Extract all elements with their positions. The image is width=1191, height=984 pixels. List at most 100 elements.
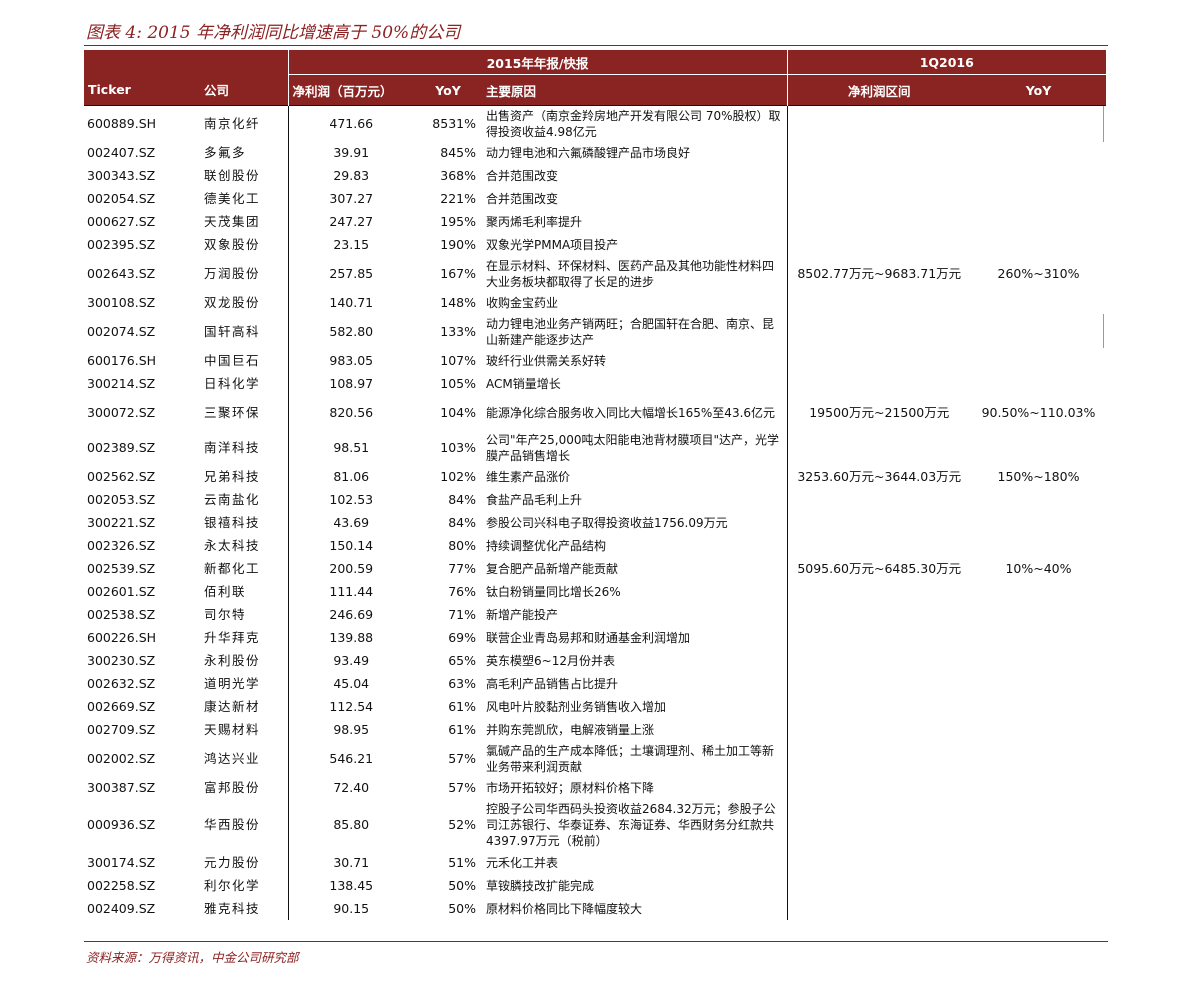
- yoy-cell: 57%: [448, 750, 476, 766]
- company-cell: 双龙股份: [204, 294, 261, 310]
- q1-yoy-cell: [971, 776, 1106, 799]
- ticker-cell: 300108.SZ: [87, 294, 156, 310]
- profit-range-cell: 19500万元~21500万元: [786, 395, 971, 430]
- yoy-cell: 102%: [440, 468, 476, 484]
- yoy-cell: 84%: [448, 491, 476, 507]
- company-cell: 永太科技: [204, 537, 261, 553]
- ticker-cell: 002562.SZ: [87, 468, 156, 484]
- yoy-cell: 368%: [440, 167, 476, 183]
- q1-yoy-cell: [971, 511, 1106, 534]
- q1-yoy-cell: 260%~310%: [997, 265, 1080, 281]
- company-cell: 富邦股份: [204, 779, 261, 795]
- company-cell: 兄弟科技: [204, 468, 261, 484]
- profit-range-cell: [786, 164, 971, 187]
- yoy-cell: 76%: [448, 583, 476, 599]
- reason-cell: 维生素产品涨价: [486, 469, 571, 484]
- yoy-cell: 57%: [448, 779, 476, 795]
- profit-growth-table: 2015年年报/快报 1Q2016 Ticker 公司 净利润（百万元） YoY…: [84, 50, 1106, 920]
- profit-range-cell: [786, 851, 971, 874]
- net-profit-cell: 138.45: [287, 874, 414, 897]
- reason-cell: 钛白粉销量同比增长26%: [486, 584, 621, 599]
- profit-range-cell: [786, 372, 971, 395]
- profit-range-cell: [786, 430, 971, 465]
- company-cell: 司尔特: [204, 606, 247, 622]
- yoy-cell: 69%: [448, 629, 476, 645]
- reason-cell: 新增产能投产: [486, 607, 559, 622]
- table-row: 002002.SZ 鸿达兴业 546.21 57% 氯碱产品的生产成本降低；土壤调理剂、…: [84, 741, 1106, 776]
- company-cell: 云南盐化: [204, 491, 261, 507]
- edge-marker: [1103, 106, 1104, 142]
- reason-cell: 原材料价格同比下降幅度较大: [486, 901, 643, 916]
- profit-range-cell: [786, 897, 971, 920]
- net-profit-cell: 93.49: [287, 649, 414, 672]
- table-row: 002632.SZ 道明光学 45.04 63% 高毛利产品销售占比提升: [84, 672, 1106, 695]
- net-profit-cell: 108.97: [287, 372, 414, 395]
- company-cell: 南洋科技: [204, 439, 261, 455]
- table-row: 002562.SZ 兄弟科技 81.06 102% 维生素产品涨价 3253.60万元~3…: [84, 465, 1106, 488]
- table-row: 002389.SZ 南洋科技 98.51 103% 公司"年产25,000吨太阳能电池背…: [84, 430, 1106, 465]
- reason-cell: 能源净化综合服务收入同比大幅增长165%至43.6亿元: [486, 405, 776, 420]
- table-row: 300108.SZ 双龙股份 140.71 148% 收购金宝药业: [84, 291, 1106, 314]
- q1-yoy-cell: [971, 897, 1106, 920]
- q1-yoy-cell: [971, 695, 1106, 718]
- company-cell: 日科化学: [204, 375, 261, 391]
- ticker-cell: 002409.SZ: [87, 900, 156, 916]
- company-cell: 德美化工: [204, 190, 261, 206]
- profit-range-cell: [786, 874, 971, 897]
- net-profit-cell: 257.85: [287, 256, 414, 291]
- profit-range-cell: [786, 210, 971, 233]
- q1-yoy-cell: [971, 233, 1106, 256]
- profit-range-cell: [786, 233, 971, 256]
- yoy-cell: 65%: [448, 652, 476, 668]
- yoy-cell: 221%: [440, 190, 476, 206]
- edge-marker: [1103, 314, 1104, 348]
- table-row: 002053.SZ 云南盐化 102.53 84% 食盐产品毛利上升: [84, 488, 1106, 511]
- net-profit-cell: 23.15: [287, 233, 414, 256]
- net-profit-cell: 111.44: [287, 580, 414, 603]
- reason-cell: 食盐产品毛利上升: [486, 492, 583, 507]
- net-profit-cell: 820.56: [287, 395, 414, 430]
- group-header-2015: 2015年年报/快报: [287, 50, 787, 75]
- company-cell: 康达新材: [204, 698, 261, 714]
- ticker-cell: 002074.SZ: [87, 323, 156, 339]
- net-profit-cell: 150.14: [287, 534, 414, 557]
- yoy-cell: 190%: [440, 236, 476, 252]
- profit-range-cell: [786, 291, 971, 314]
- ticker-cell: 002669.SZ: [87, 698, 156, 714]
- profit-range-cell: [786, 741, 971, 776]
- ticker-cell: 002258.SZ: [87, 877, 156, 893]
- net-profit-cell: 43.69: [287, 511, 414, 534]
- table-row: 300214.SZ 日科化学 108.97 105% ACM销量增长: [84, 372, 1106, 395]
- net-profit-cell: 471.66: [287, 105, 414, 141]
- yoy-cell: 51%: [448, 854, 476, 870]
- q1-yoy-cell: 150%~180%: [997, 468, 1080, 484]
- q1-yoy-cell: [971, 672, 1106, 695]
- net-profit-cell: 30.71: [287, 851, 414, 874]
- q1-yoy-cell: [971, 799, 1106, 851]
- reason-cell: 元禾化工并表: [486, 855, 559, 870]
- group-header-1q2016: 1Q2016: [786, 50, 1106, 75]
- q1-yoy-cell: [971, 741, 1106, 776]
- net-profit-cell: 983.05: [287, 349, 414, 372]
- net-profit-cell: 90.15: [287, 897, 414, 920]
- q1-yoy-cell: [971, 164, 1106, 187]
- profit-range-cell: [786, 314, 971, 349]
- reason-cell: 收购金宝药业: [486, 295, 559, 310]
- q1-yoy-cell: [971, 626, 1106, 649]
- ticker-cell: 300072.SZ: [87, 404, 156, 420]
- column-header-q1-yoy: YoY: [971, 74, 1106, 106]
- profit-range-cell: [786, 649, 971, 672]
- profit-range-cell: [786, 695, 971, 718]
- profit-range-cell: [786, 534, 971, 557]
- net-profit-cell: 102.53: [287, 488, 414, 511]
- net-profit-cell: 546.21: [287, 741, 414, 776]
- profit-range-cell: [786, 349, 971, 372]
- yoy-cell: 195%: [440, 213, 476, 229]
- net-profit-cell: 582.80: [287, 314, 414, 349]
- table-row: 300343.SZ 联创股份 29.83 368% 合并范围改变: [84, 164, 1106, 187]
- table-row: 600226.SH 升华拜克 139.88 69% 联营企业青岛易邦和财通基金利润增加: [84, 626, 1106, 649]
- table-row: 002258.SZ 利尔化学 138.45 50% 草铵膦技改扩能完成: [84, 874, 1106, 897]
- q1-yoy-cell: [971, 488, 1106, 511]
- figure-title: 图表 4: 2015 年净利润同比增速高于 50%的公司: [86, 23, 461, 43]
- ticker-cell: 002054.SZ: [87, 190, 156, 206]
